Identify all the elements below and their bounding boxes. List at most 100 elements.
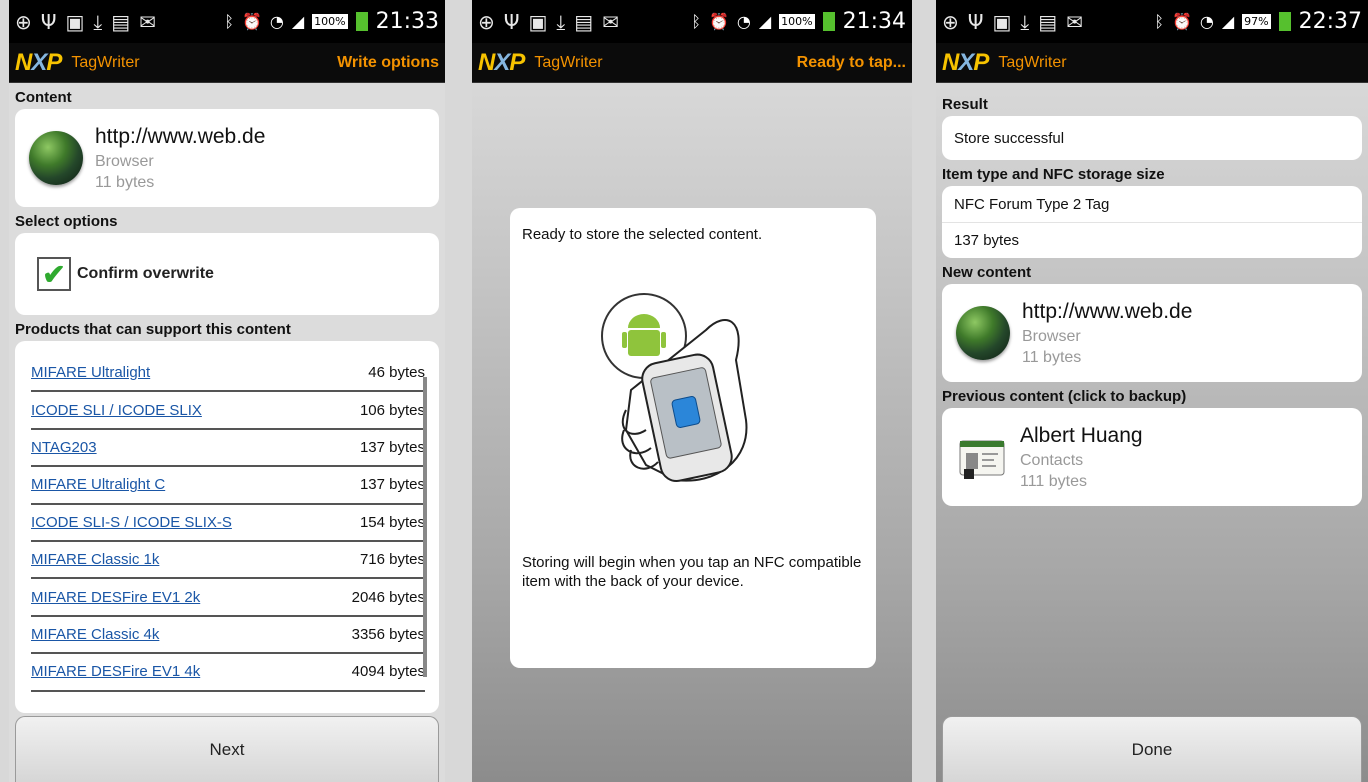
confirm-overwrite-checkbox[interactable]: ✔ [37,257,71,291]
signal-icon: ◢ [758,12,772,31]
app-status: Ready to tap... [796,53,906,71]
clock: 21:33 [375,9,439,34]
product-size: 2046 bytes [351,588,425,606]
plus-icon: ⊕ [478,9,495,34]
product-row[interactable]: MIFARE Classic 1k 716 bytes [31,542,425,580]
notification-icons: ⊕ Ψ ▣ ⤓ ▤ ✉ [478,10,619,34]
product-row[interactable]: MIFARE Classic 4k 3356 bytes [31,617,425,655]
next-button[interactable]: Next [15,716,439,782]
alarm-icon: ⏰ [708,12,729,31]
product-row[interactable]: MIFARE DESFire EV1 2k 2046 bytes [31,579,425,617]
instructions-text: Storing will begin when you tap an NFC c… [522,554,862,590]
app-title: TagWriter [998,53,1067,71]
item-size: 137 bytes [942,222,1362,258]
product-link[interactable]: MIFARE DESFire EV1 4k [31,663,200,680]
status-bar: ⊕ Ψ ▣ ⤓ ▤ ✉ ᛒ ⏰ ◔ ◢ 100% 21:34 [472,0,912,43]
scrollbar[interactable] [423,377,427,677]
ready-dialog: Ready to store the selected content. Sto… [510,208,876,668]
content-type: Browser [95,152,154,170]
item-type: NFC Forum Type 2 Tag [954,195,1110,213]
product-size: 4094 bytes [351,663,425,681]
usb-icon: Ψ [503,9,520,34]
product-size: 716 bytes [359,551,425,569]
product-link[interactable]: ICODE SLI / ICODE SLIX [31,402,202,419]
product-link[interactable]: MIFARE Ultralight [31,364,150,381]
bluetooth-icon: ᛒ [224,12,234,31]
done-button[interactable]: Done [942,716,1362,782]
image-icon: ▣ [528,9,548,34]
globe-icon [29,131,83,185]
app-title: TagWriter [71,53,140,71]
status-bar: ⊕ Ψ ▣ ⤓ ▤ ✉ ᛒ ⏰ ◔ ◢ 97% 22:37 [936,0,1368,43]
previous-content-card[interactable]: Albert Huang Contacts 111 bytes [942,408,1362,506]
product-link[interactable]: NTAG203 [31,439,97,456]
new-content-size: 11 bytes [1022,348,1082,366]
globe-icon [956,306,1010,360]
content-card[interactable]: http://www.web.de Browser 11 bytes [15,109,439,207]
content-size: 11 bytes [95,173,155,191]
plus-icon: ⊕ [15,9,32,34]
product-row[interactable]: NTAG203 137 bytes [31,430,425,468]
status-bar: ⊕ Ψ ▣ ⤓ ▤ ✉ ᛒ ⏰ ◔ ◢ 100% 21:33 [9,0,445,43]
image-icon: ▣ [992,9,1012,34]
new-content-card[interactable]: http://www.web.de Browser 11 bytes [942,284,1362,382]
bluetooth-icon: ᛒ [691,12,701,31]
mail-icon: ✉ [1066,9,1083,34]
product-row[interactable]: MIFARE DESFire EV1 4k 4094 bytes [31,654,425,692]
wifi-icon: ◔ [736,12,751,31]
product-row[interactable]: MIFARE Ultralight 46 bytes [31,355,425,393]
result-text: Store successful [954,129,1065,147]
battery-percent: 100% [312,14,348,29]
battery-percent: 100% [779,14,815,29]
battery-icon [355,12,368,31]
app-bar: NXP TagWriter Write options [9,43,445,83]
battery-icon [822,12,835,31]
product-size: 137 bytes [359,438,425,456]
product-link[interactable]: MIFARE DESFire EV1 2k [31,589,200,606]
confirm-overwrite-label: Confirm overwrite [77,265,214,282]
previous-content-type: Contacts [1020,451,1084,469]
tap-phone-illustration [601,293,748,482]
clipboard-icon: ▤ [574,9,594,34]
notification-icons: ⊕ Ψ ▣ ⤓ ▤ ✉ [942,10,1083,34]
screen-result: ⊕ Ψ ▣ ⤓ ▤ ✉ ᛒ ⏰ ◔ ◢ 97% 22:37 NXP TagWri… [936,0,1368,782]
previous-content-title: Albert Huang [1020,423,1143,447]
checkmark-icon: ✔ [42,258,66,290]
screen-write-options: ⊕ Ψ ▣ ⤓ ▤ ✉ ᛒ ⏰ ◔ ◢ 100% 21:33 NXP TagWr… [9,0,445,782]
nxp-logo: NXP [942,48,989,76]
nxp-logo: NXP [15,48,62,76]
mail-icon: ✉ [602,9,619,34]
image-icon: ▣ [65,9,85,34]
item-header: Item type and NFC storage size [942,166,1165,183]
new-content-type: Browser [1022,327,1081,345]
product-row[interactable]: ICODE SLI / ICODE SLIX 106 bytes [31,392,425,430]
product-link[interactable]: MIFARE Classic 4k [31,626,159,643]
product-row[interactable]: MIFARE Ultralight C 137 bytes [31,467,425,505]
previous-content-size: 111 bytes [1020,472,1088,490]
product-row[interactable]: ICODE SLI-S / ICODE SLIX-S 154 bytes [31,505,425,542]
plus-icon: ⊕ [942,9,959,34]
product-size: 46 bytes [368,364,425,382]
alarm-icon: ⏰ [241,12,262,31]
product-link[interactable]: MIFARE Classic 1k [31,551,159,568]
nxp-logo: NXP [478,48,525,76]
confirm-overwrite-option[interactable]: ✔ Confirm overwrite [15,233,439,315]
result-card: Store successful [942,116,1362,160]
app-title: TagWriter [534,53,603,71]
product-size: 154 bytes [359,513,425,531]
item-card: NFC Forum Type 2 Tag 137 bytes [942,186,1362,258]
product-size: 137 bytes [359,476,425,494]
wifi-icon: ◔ [269,12,284,31]
app-status: Write options [337,53,439,71]
download-icon: ⤓ [1020,9,1030,34]
usb-icon: Ψ [967,9,984,34]
products-header: Products that can support this content [15,321,291,338]
screen-ready-to-tap: ⊕ Ψ ▣ ⤓ ▤ ✉ ᛒ ⏰ ◔ ◢ 100% 21:34 NXP TagWr… [472,0,912,782]
product-link[interactable]: MIFARE Ultralight C [31,476,165,493]
mail-icon: ✉ [139,9,156,34]
product-link[interactable]: ICODE SLI-S / ICODE SLIX-S [31,514,232,531]
clock: 21:34 [842,9,906,34]
notification-icons: ⊕ Ψ ▣ ⤓ ▤ ✉ [15,10,156,34]
clipboard-icon: ▤ [111,9,131,34]
signal-icon: ◢ [291,12,305,31]
